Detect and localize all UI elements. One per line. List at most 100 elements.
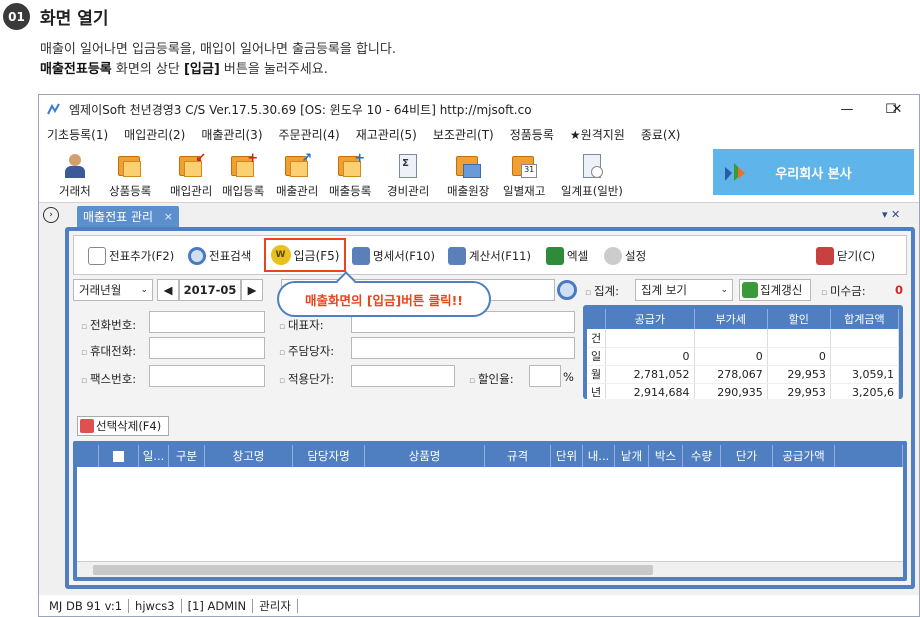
manager-field[interactable] xyxy=(351,337,575,359)
deposit-button[interactable]: W 입금(F5) xyxy=(264,238,346,272)
table-row: 건 xyxy=(587,329,900,348)
sales-icon: ↗ xyxy=(282,152,312,180)
grid-header: 부가세 xyxy=(694,309,768,329)
list-header-cell: 일... xyxy=(139,445,169,467)
toolbar-sales-ledger[interactable]: 매출원장 xyxy=(447,147,489,199)
app-window: 엠제이Soft 천년경영3 C/S Ver.17.5.30.69 [OS: 윈도… xyxy=(38,94,920,617)
description-line-1: 매출이 일어나면 입금등록을, 매입이 일어나면 출금등록을 합니다. xyxy=(40,42,396,57)
close-window-button[interactable]: ✕ xyxy=(875,98,919,120)
menu-item-sales[interactable]: 매출관리(3) xyxy=(201,126,262,143)
fax-field[interactable] xyxy=(149,365,265,387)
period-select[interactable]: 거래년월 ⌄ xyxy=(73,279,153,301)
select-delete-button[interactable]: 선택삭제(F4) xyxy=(77,416,169,436)
menu-item-exit[interactable]: 종료(X) xyxy=(641,126,681,143)
delete-icon xyxy=(80,419,94,433)
status-user: [1] ADMIN xyxy=(182,599,254,613)
calculator-icon: Σ xyxy=(393,152,423,180)
toolbar-daily-summary[interactable]: 일계표(일반) xyxy=(561,147,623,199)
toolbar-sales-reg[interactable]: + 매출등록 xyxy=(329,147,371,199)
invoice-button[interactable]: 계산서(F11) xyxy=(448,245,531,267)
discount-field[interactable] xyxy=(529,365,561,387)
menu-item-remote[interactable]: ★원격지원 xyxy=(570,126,625,143)
printer-icon xyxy=(352,247,370,265)
list-header-cell: 규격 xyxy=(485,445,551,467)
unpaid-label: 미수금: xyxy=(821,283,866,299)
menu-item-license[interactable]: 정품등록 xyxy=(510,126,554,143)
refresh-icon xyxy=(742,282,758,298)
summary-grid: 공급가 부가세 할인 합계금액 건 일000 월 2,781,052 278,067… xyxy=(583,305,903,399)
callout-bubble: 매출화면의 [입금]버튼 클릭!! xyxy=(277,271,491,317)
percent-sign: % xyxy=(563,370,574,384)
toolbar-daily-stock[interactable]: 31 일별재고 xyxy=(503,147,545,199)
next-month-button[interactable]: ▶ xyxy=(241,279,263,301)
form-toolbar: 전표추가(F2) 전표검색 W 입금(F5) 명세서(F10) 계산서(F11) … xyxy=(73,235,907,275)
menu-item-aux[interactable]: 보조관리(T) xyxy=(433,126,494,143)
add-slip-button[interactable]: 전표추가(F2) xyxy=(88,245,174,267)
calendar-icon: 31 xyxy=(509,152,539,180)
report-icon xyxy=(577,152,607,180)
menu-item-order[interactable]: 주문관리(4) xyxy=(279,126,340,143)
add-purchase-icon: + xyxy=(228,152,258,180)
company-logo-icon xyxy=(725,163,745,181)
toolbar-customer[interactable]: 거래처 xyxy=(59,147,91,199)
list-body[interactable] xyxy=(77,467,903,561)
excel-button[interactable]: 엑셀 xyxy=(546,245,588,267)
table-row: 년 2,914,684 290,935 29,953 3,205,6 xyxy=(587,383,900,399)
tab-sales-slip[interactable]: 매출전표 관리 × xyxy=(77,206,179,227)
mobile-label: 휴대전화: xyxy=(81,343,136,359)
menu-item-stock[interactable]: 재고관리(5) xyxy=(356,126,417,143)
prev-month-button[interactable]: ◀ xyxy=(157,279,179,301)
step-title: 화면 열기 xyxy=(40,9,109,29)
list-header-cell: 단위 xyxy=(551,445,583,467)
grid-header: 합계금액 xyxy=(830,309,900,329)
person-icon xyxy=(60,152,90,180)
month-field[interactable]: 2017-05 xyxy=(179,279,241,301)
statement-button[interactable]: 명세서(F10) xyxy=(352,245,435,267)
toolbar-expense[interactable]: Σ 경비관리 xyxy=(387,147,429,199)
minimize-button[interactable]: — xyxy=(825,98,869,120)
close-form-button[interactable]: 닫기(C) xyxy=(816,245,875,267)
chevron-down-icon: ⌄ xyxy=(140,285,148,295)
phone-field[interactable] xyxy=(149,311,265,333)
tab-close-icon[interactable]: × xyxy=(164,210,173,223)
toolbar-product[interactable]: 상품등록 xyxy=(109,147,151,199)
menu-item-basic[interactable]: 기초등록(1) xyxy=(47,126,108,143)
tab-controls[interactable]: ▾ ✕ xyxy=(882,208,900,221)
menu-item-purchase[interactable]: 매입관리(2) xyxy=(124,126,185,143)
unpaid-value: 0 xyxy=(895,283,904,297)
status-bar: MJ DB 91 v:1 hjwcs3 [1] ADMIN 관리자 xyxy=(39,595,919,616)
scrollbar-thumb[interactable] xyxy=(93,565,653,575)
nav-arrow-icon[interactable]: › xyxy=(43,207,59,223)
search-slip-button[interactable]: 전표검색 xyxy=(188,245,251,267)
search-icon[interactable] xyxy=(557,280,577,300)
discount-label: 할인율: xyxy=(469,371,514,387)
chevron-down-icon: ⌄ xyxy=(720,285,728,295)
boxes-icon xyxy=(115,152,145,180)
mobile-field[interactable] xyxy=(149,337,265,359)
refresh-aggregate-button[interactable]: 집계갱신 xyxy=(739,279,811,301)
list-header-cell: 구분 xyxy=(169,445,205,467)
grid-header xyxy=(587,309,607,329)
list-header-cell: 상품명 xyxy=(365,445,485,467)
toolbar-purchase-reg[interactable]: + 매입등록 xyxy=(222,147,264,199)
grid-header: 공급가 xyxy=(605,309,695,329)
fax-label: 팩스번호: xyxy=(81,371,136,387)
aggregate-select[interactable]: 집계 보기 ⌄ xyxy=(635,279,733,301)
unit-price-field[interactable] xyxy=(351,365,455,387)
ledger-icon xyxy=(453,152,483,180)
main-toolbar: 거래처 상품등록 ↙ 매입관리 + 매입등록 ↗ 매출관리 + 매출등록 Σ 경비관리 매… xyxy=(39,145,919,203)
sales-slip-panel: 전표추가(F2) 전표검색 W 입금(F5) 명세서(F10) 계산서(F11) … xyxy=(65,227,915,589)
list-header-cell: 창고명 xyxy=(205,445,293,467)
toolbar-purchase-mgmt[interactable]: ↙ 매입관리 xyxy=(170,147,212,199)
app-logo-icon xyxy=(47,103,60,115)
select-all-checkbox[interactable] xyxy=(99,445,139,467)
horizontal-scrollbar[interactable] xyxy=(77,561,903,577)
excel-icon xyxy=(546,247,564,265)
slip-list-grid: 일... 구분 창고명 담당자명 상품명 규격 단위 내... 낱개 박스 수량… xyxy=(73,441,907,581)
toolbar-sales-mgmt[interactable]: ↗ 매출관리 xyxy=(276,147,318,199)
list-header-cell: 내... xyxy=(583,445,615,467)
phone-label: 전화번호: xyxy=(81,317,136,333)
settings-button[interactable]: 설정 xyxy=(604,245,646,267)
list-header-cell: 단가 xyxy=(721,445,773,467)
list-header-cell: 수량 xyxy=(683,445,721,467)
